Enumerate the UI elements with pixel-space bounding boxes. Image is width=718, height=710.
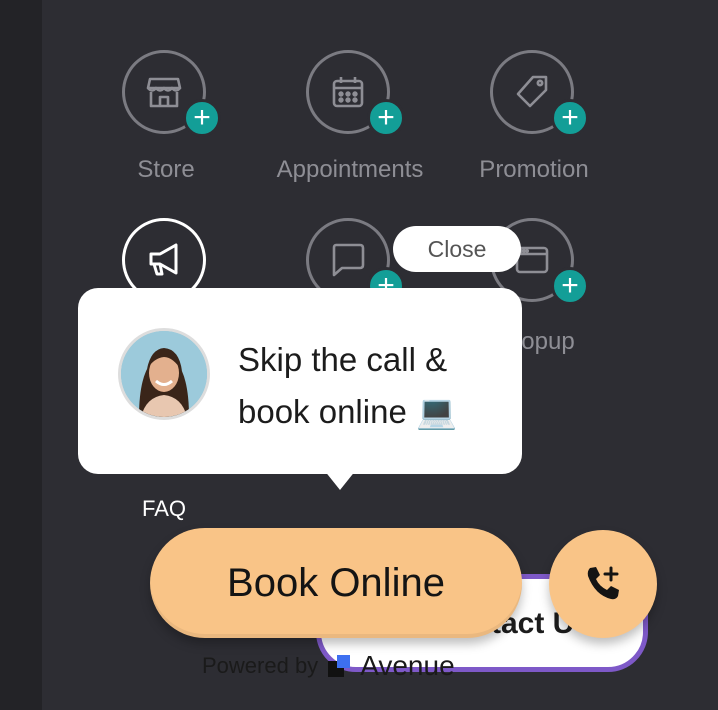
avenue-logo-icon: [328, 655, 351, 677]
add-appointments-button[interactable]: +: [367, 99, 405, 137]
appointments-label: Appointments: [276, 156, 424, 183]
person-photo-icon: [121, 331, 207, 417]
close-button[interactable]: Close: [393, 226, 521, 272]
add-popup-button[interactable]: +: [551, 267, 589, 305]
message-line-1: Skip the call &: [238, 341, 448, 378]
avatar: [118, 328, 210, 420]
message-text: Skip the call & book online 💻: [238, 334, 508, 438]
megaphone-icon: [149, 243, 178, 276]
calendar-icon: [332, 77, 364, 108]
left-sidebar-strip: [0, 0, 42, 710]
add-promotion-button[interactable]: +: [551, 99, 589, 137]
faq-label: FAQ: [142, 496, 187, 521]
powered-by-label: Powered by: [202, 653, 319, 678]
chat-bubble-icon: [332, 243, 365, 277]
powered-by[interactable]: Powered by Avenue: [202, 650, 455, 682]
store-icon: [146, 77, 182, 108]
message-line-2: book online 💻: [238, 393, 458, 430]
call-button[interactable]: [549, 530, 657, 638]
popup-label: opup: [521, 328, 575, 355]
phone-add-icon: [587, 566, 619, 600]
message-bubble-tail: [324, 470, 356, 490]
promotion-label: Promotion: [479, 156, 589, 183]
tag-icon: [516, 75, 548, 108]
book-online-button[interactable]: Book Online: [150, 528, 522, 638]
store-label: Store: [137, 156, 195, 183]
add-store-button[interactable]: +: [183, 99, 221, 137]
brand-name: Avenue: [360, 650, 455, 681]
